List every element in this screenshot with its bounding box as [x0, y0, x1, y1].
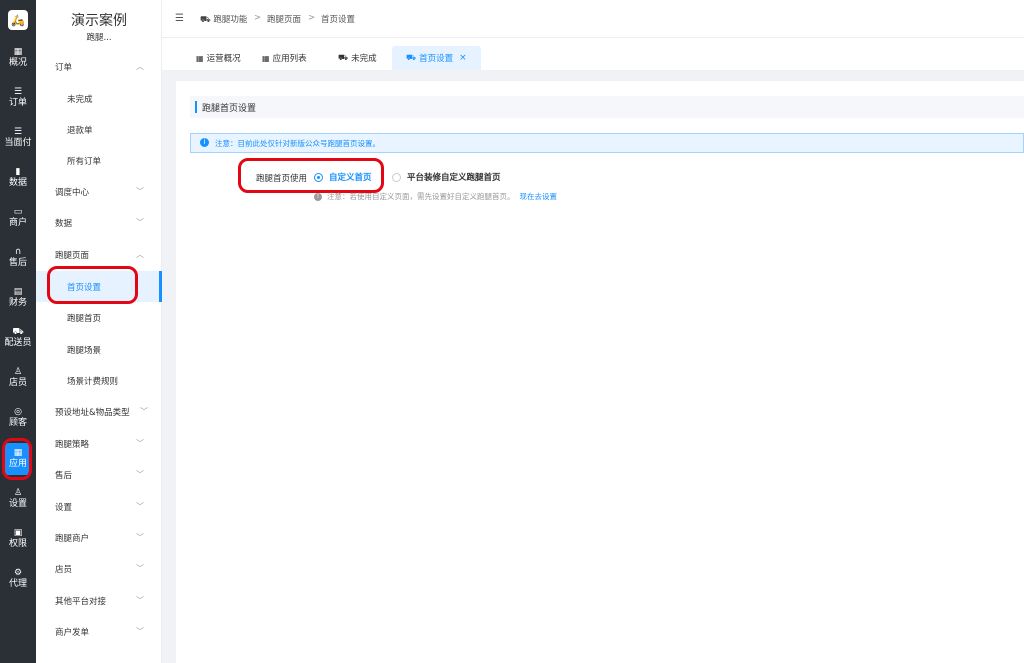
courier-icon: ⛟: [338, 53, 349, 62]
breadcrumb-item[interactable]: ⛟ 跑腿功能: [200, 13, 247, 26]
book-icon: ▤: [13, 287, 23, 297]
headset-icon: ∩: [14, 247, 22, 257]
menu-group-platform-integration[interactable]: 其他平台对接 ﹀: [36, 585, 162, 616]
menu-group-dispatch[interactable]: 调度中心 ﹀: [36, 176, 162, 207]
chevron-down-icon: ﹀: [140, 407, 148, 416]
menu-group-merchant-dispatch[interactable]: 商户发单 ﹀: [36, 616, 162, 647]
notice-text: 注意：目前此处仅针对新版公众号跑腿首页设置。: [215, 139, 380, 148]
tab-incomplete[interactable]: ⛟ 未完成: [338, 46, 377, 70]
rail-item-customers[interactable]: ◎ 顾客: [0, 400, 36, 436]
close-icon[interactable]: ×: [459, 53, 467, 63]
breadcrumb-separator: >: [254, 13, 262, 23]
store-icon: ▭: [13, 207, 23, 217]
tab-operations-overview[interactable]: ▦ 运营概况: [196, 46, 241, 70]
radio-platform-homepage[interactable]: 平台装修自定义跑腿首页: [392, 171, 501, 183]
menu-item-errand-scenes[interactable]: 跑腿场景: [36, 334, 162, 365]
chevron-down-icon: ﹀: [136, 470, 144, 479]
menu-group-preset-address[interactable]: 预设地址&物品类型 ﹀: [36, 396, 162, 427]
form-hint: ! 注意：若使用自定义页面，需先设置好自定义跑腿首页。 现在去设置: [314, 191, 557, 202]
section-title: 跑腿首页设置: [202, 104, 257, 114]
menu-group-orders[interactable]: 订单 ︿: [36, 51, 162, 82]
tab-bar: ▦ 运营概况 ▦ 应用列表 ⛟ 未完成 ⛟ 首页设置 ×: [162, 38, 1024, 70]
setup-now-link[interactable]: 现在去设置: [520, 191, 558, 202]
chevron-down-icon: ﹀: [136, 502, 144, 511]
menu-group-errand-merchants[interactable]: 跑腿商户 ﹀: [36, 522, 162, 553]
menu-item-incomplete[interactable]: 未完成: [36, 83, 162, 114]
section-accent-bar: [195, 101, 197, 113]
chevron-down-icon: ﹀: [136, 439, 144, 448]
chevron-up-icon: ︿: [136, 62, 144, 71]
rail-item-merchants[interactable]: ▭ 商户: [0, 200, 36, 236]
menu-group-after-sales[interactable]: 售后 ﹀: [36, 459, 162, 490]
list-icon: ☰: [13, 87, 23, 97]
rail-item-settings[interactable]: ♙ 设置: [0, 481, 36, 517]
chevron-up-icon: ︿: [136, 250, 144, 259]
menu-group-errand-strategy[interactable]: 跑腿策略 ﹀: [36, 428, 162, 459]
user-settings-icon: ♙: [13, 488, 23, 498]
chevron-down-icon: ﹀: [136, 564, 144, 573]
dashboard-icon: ▦: [13, 47, 23, 57]
bar-chart-icon: ▮: [15, 167, 21, 177]
main-content: 跑腿首页设置 i 注意：目前此处仅针对新版公众号跑腿首页设置。 跑腿首页使用 自…: [176, 81, 1024, 663]
highlight-annotation: [2, 438, 32, 480]
sidebar-title: 演示案例: [71, 13, 127, 29]
app-logo: 🛵: [8, 10, 28, 30]
top-bar: ☰ ⛟ 跑腿功能 > 跑腿页面 > 首页设置: [162, 0, 1024, 38]
highlight-annotation: [238, 158, 384, 193]
breadcrumb-item[interactable]: 跑腿页面: [267, 13, 301, 25]
radio-unchecked-icon: [392, 172, 401, 182]
dashboard-icon: ▦: [196, 53, 204, 63]
menu-group-staff[interactable]: 店员 ﹀: [36, 553, 162, 584]
rail-item-staff[interactable]: ♙ 店员: [0, 360, 36, 396]
rail-item-face-pay[interactable]: ☰ 当面付: [0, 120, 36, 156]
icon-rail: 🛵 ▦ 概况 ☰ 订单 ☰ 当面付 ▮ 数据 ▭ 商户 ∩ 售后 ▤ 财务 ⛟ …: [0, 0, 36, 663]
tab-app-list[interactable]: ▦ 应用列表: [262, 46, 307, 70]
breadcrumb-item: 首页设置: [321, 15, 356, 25]
chevron-down-icon: ﹀: [136, 627, 144, 636]
rail-item-couriers[interactable]: ⛟ 配送员: [0, 320, 36, 356]
warning-icon: !: [314, 192, 322, 201]
lock-icon: ▣: [13, 528, 23, 538]
customer-icon: ◎: [14, 407, 22, 417]
courier-icon: ⛟: [200, 15, 211, 25]
users-icon: ♙: [13, 367, 23, 377]
breadcrumb-separator: >: [308, 13, 316, 23]
apps-icon: ▦: [262, 53, 270, 63]
info-icon: i: [200, 138, 209, 147]
chevron-down-icon: ﹀: [136, 533, 144, 542]
rail-item-overview[interactable]: ▦ 概况: [0, 40, 36, 76]
section-header: 跑腿首页设置: [190, 96, 1024, 118]
rail-item-data[interactable]: ▮ 数据: [0, 160, 36, 196]
rail-item-orders[interactable]: ☰ 订单: [0, 80, 36, 116]
collapse-menu-icon[interactable]: ☰: [175, 13, 184, 24]
menu-item-scene-pricing[interactable]: 场景计费规则: [36, 365, 162, 396]
chevron-down-icon: ﹀: [136, 596, 144, 605]
rail-item-agents[interactable]: ⚙ 代理: [0, 561, 36, 597]
highlight-annotation: [47, 266, 138, 304]
menu-group-settings[interactable]: 设置 ﹀: [36, 491, 162, 522]
secondary-sidebar: 演示案例 跑腿... 订单 ︿ 未完成 退款单 所有订单 调度中心 ﹀ 数据 ﹀…: [36, 0, 162, 663]
sidebar-subtitle: 跑腿...: [86, 33, 112, 43]
rail-item-permissions[interactable]: ▣ 权限: [0, 521, 36, 557]
courier-icon: ⛟: [12, 327, 24, 337]
menu-group-data[interactable]: 数据 ﹀: [36, 207, 162, 238]
courier-icon: ⛟: [406, 53, 417, 62]
notice-banner: i 注意：目前此处仅针对新版公众号跑腿首页设置。: [190, 133, 1024, 153]
tab-homepage-settings[interactable]: ⛟ 首页设置 ×: [392, 46, 481, 70]
menu-item-errand-home[interactable]: 跑腿首页: [36, 302, 162, 333]
chevron-down-icon: ﹀: [136, 187, 144, 196]
menu-item-refunds[interactable]: 退款单: [36, 114, 162, 145]
rail-item-after-sales[interactable]: ∩ 售后: [0, 240, 36, 276]
list-icon: ☰: [13, 127, 23, 137]
menu-item-all-orders[interactable]: 所有订单: [36, 145, 162, 176]
rail-item-finance[interactable]: ▤ 财务: [0, 280, 36, 316]
gear-icon: ⚙: [13, 568, 23, 578]
chevron-down-icon: ﹀: [136, 218, 144, 227]
